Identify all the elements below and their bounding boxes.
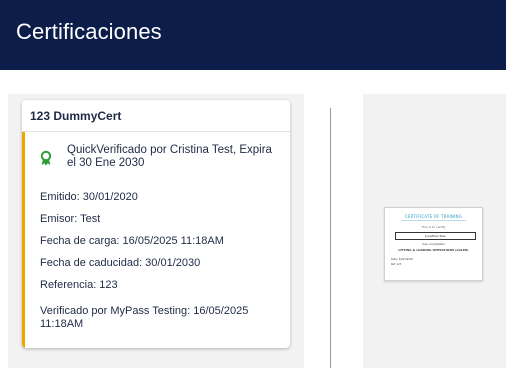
app-header: Certificaciones	[0, 0, 506, 70]
thumbnail-small-1: Date: 30/01/2020	[391, 258, 414, 261]
page-title: Certificaciones	[16, 19, 162, 44]
award-ribbon-icon	[40, 150, 52, 166]
thumbnail-line-2: LIFTING & LOADING OPERATIONS (LOLER)	[398, 248, 469, 252]
issuer: Emisor: Test	[40, 213, 101, 225]
thumbnail-line-1: has completed	[422, 242, 445, 246]
expiry-date: Fecha de caducidad: 30/01/2030	[40, 257, 201, 269]
issued-date: Emitido: 30/01/2020	[40, 191, 138, 203]
thumbnail-subtitle: This is to certify	[421, 225, 446, 229]
thumbnail-rule	[401, 220, 466, 221]
certificate-card-body: QuickVerificado por Cristina Test, Expir…	[22, 132, 290, 348]
thumbnail-title: CERTIFICATE OF TRAINING	[405, 214, 462, 219]
upload-date: Fecha de carga: 16/05/2025 11:18AM	[40, 235, 224, 247]
certificate-card[interactable]: 123 DummyCert QuickVerificado por Cristi…	[22, 100, 290, 348]
thumbnail-name-box: Jonathan Doe	[395, 232, 476, 240]
verification-status-text: QuickVerificado por Cristina Test, Expir…	[67, 144, 272, 169]
verified-by-text: Verificado por MyPass Testing: 16/05/202…	[40, 305, 249, 330]
thumbnail-small-2: Ref: 123	[391, 263, 402, 266]
certificate-card-title: 123 DummyCert	[22, 100, 290, 132]
reference: Referencia: 123	[40, 279, 118, 291]
certificate-thumbnail[interactable]: CERTIFICATE OF TRAINING This is to certi…	[384, 207, 483, 281]
panel-divider	[330, 108, 331, 368]
